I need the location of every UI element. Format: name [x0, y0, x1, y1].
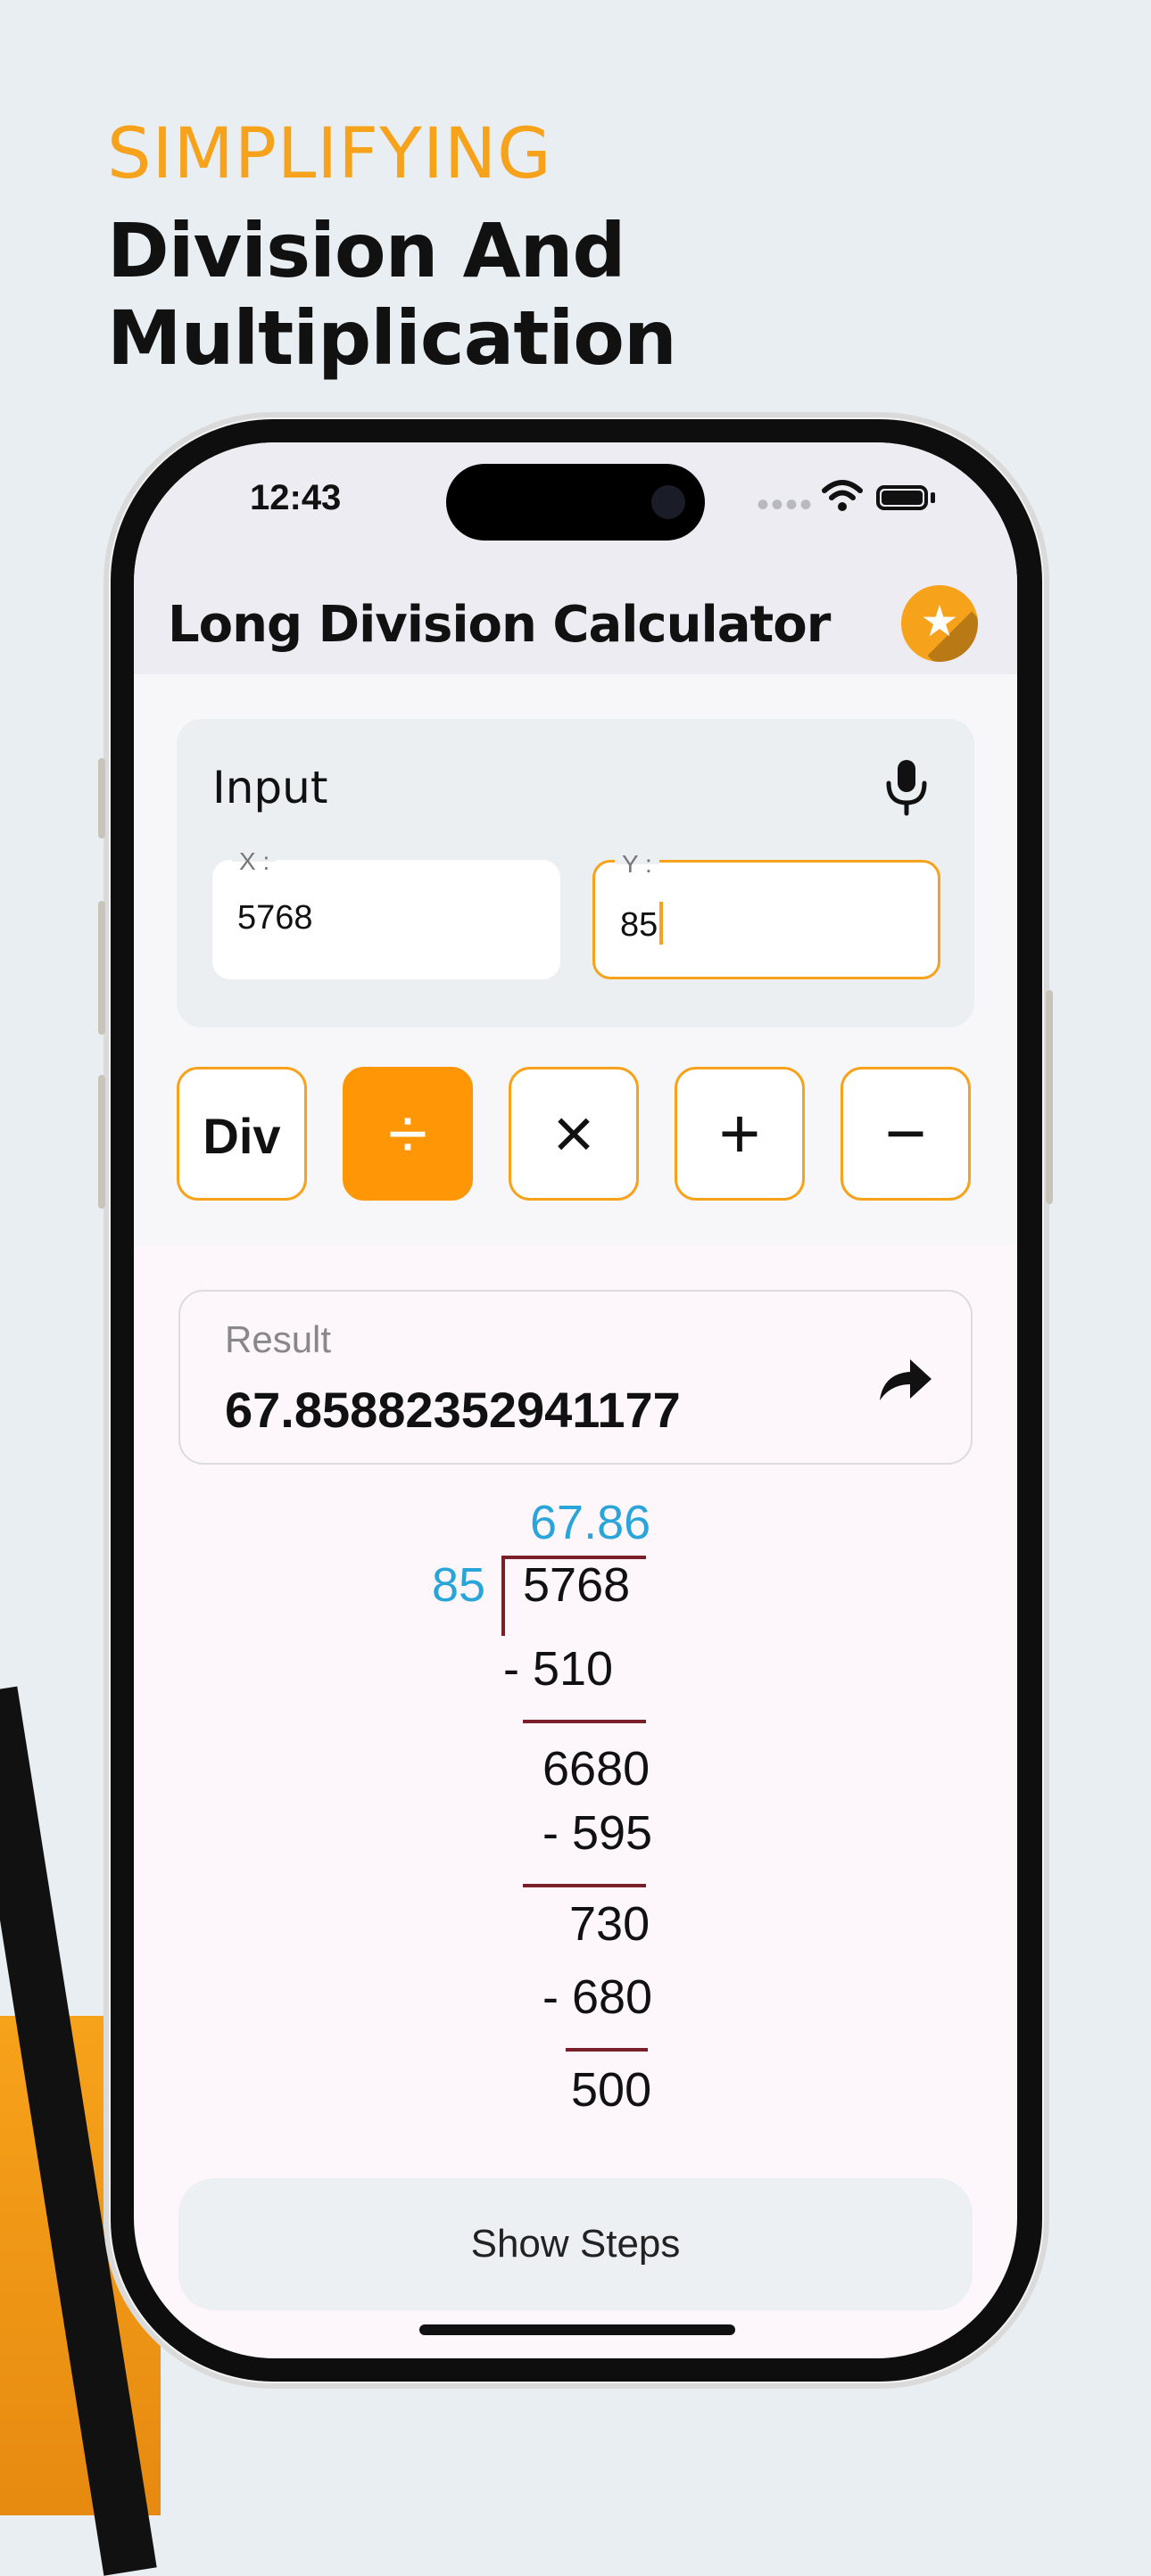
wifi-icon: [822, 480, 863, 511]
x-field-legend: X :: [232, 847, 277, 876]
phone-power-button: [1046, 990, 1053, 1204]
multiply-button[interactable]: ×: [509, 1067, 639, 1201]
ld-step-2: 6680: [542, 1742, 650, 1796]
operation-buttons: Div ÷ × + −: [177, 1067, 974, 1201]
y-input-field[interactable]: Y : 85: [592, 850, 940, 979]
phone-volume-down: [98, 1075, 105, 1209]
microphone-icon[interactable]: [882, 758, 932, 817]
text-caret: [659, 902, 664, 945]
x-input-field[interactable]: X : 5768: [212, 847, 560, 979]
multiply-icon: ×: [552, 1094, 595, 1173]
ld-quotient: 67.86: [530, 1496, 651, 1549]
status-time: 12:43: [250, 478, 342, 517]
battery-icon: [876, 485, 928, 510]
status-bar: 12:43 ••••: [134, 442, 1017, 585]
dynamic-island: [446, 464, 705, 541]
promo-headline: Division And Multiplication: [107, 207, 677, 382]
promo-kicker: SIMPLIFYING: [107, 114, 552, 194]
input-label: Input: [212, 762, 328, 813]
minus-icon: −: [884, 1094, 927, 1173]
y-field-legend: Y :: [615, 850, 659, 879]
result-card: Result 67.85882352941177: [178, 1290, 973, 1465]
phone-screen: 12:43 •••• Long Division Calculator ★ In…: [134, 442, 1017, 2358]
battery-tip: [931, 492, 935, 503]
input-region: Input X : 5768 Y : 85 Div ÷ × + −: [134, 674, 1017, 1245]
plus-button[interactable]: +: [675, 1067, 805, 1201]
div-button-label: Div: [203, 1108, 281, 1164]
ld-step-4: 730: [569, 1897, 650, 1951]
minus-button[interactable]: −: [840, 1067, 971, 1201]
ld-divisor: 85: [432, 1558, 486, 1612]
phone-volume-up: [98, 901, 105, 1035]
divide-icon: ÷: [388, 1094, 427, 1173]
ld-step-1: - 510: [503, 1642, 614, 1696]
ld-rule-1: [523, 1720, 646, 1723]
ld-step-3: - 595: [542, 1806, 653, 1860]
show-steps-button[interactable]: Show Steps: [178, 2178, 973, 2310]
home-indicator[interactable]: [419, 2324, 735, 2335]
ld-rule-2: [523, 1884, 646, 1887]
input-card: Input X : 5768 Y : 85: [177, 719, 974, 1028]
app-title: Long Division Calculator: [168, 596, 831, 654]
y-field-value-wrap: 85: [620, 902, 664, 945]
star-icon: ★: [920, 599, 959, 646]
ld-step-5: - 680: [542, 1970, 653, 2024]
share-icon[interactable]: [876, 1354, 933, 1404]
x-field-value: 5768: [237, 899, 313, 937]
ld-dividend: 5768: [523, 1558, 631, 1612]
app-bar: Long Division Calculator ★: [134, 585, 1017, 674]
result-label: Result: [225, 1318, 332, 1360]
div-button[interactable]: Div: [177, 1067, 307, 1201]
ld-bracket-top: [503, 1556, 646, 1559]
signal-icon: ••••: [757, 485, 815, 524]
phone-action-button: [98, 758, 105, 838]
result-value: 67.85882352941177: [225, 1382, 681, 1438]
ld-bracket-side: [501, 1556, 505, 1636]
camera-icon: [651, 485, 685, 519]
favorite-button[interactable]: ★: [901, 585, 978, 662]
plus-icon: +: [718, 1094, 761, 1173]
y-field-value: 85: [620, 906, 658, 944]
ld-step-6: 500: [571, 2063, 652, 2117]
divide-button[interactable]: ÷: [343, 1067, 473, 1201]
ld-rule-3: [566, 2048, 648, 2052]
